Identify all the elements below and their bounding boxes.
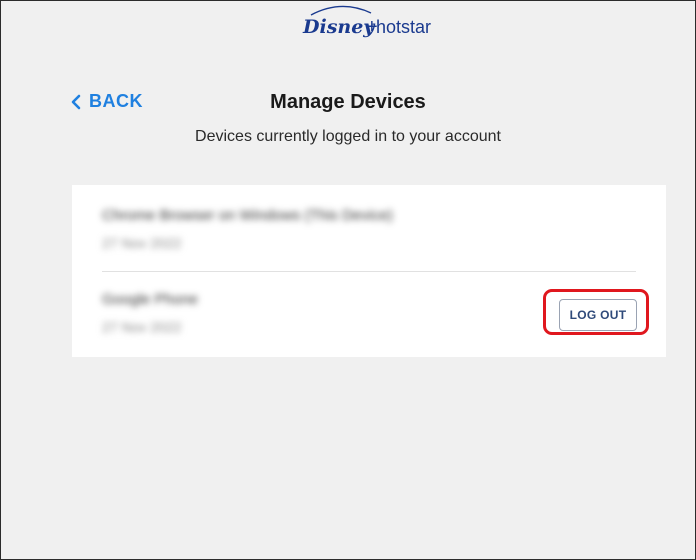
device-login-date: 27 Nov 2022 bbox=[102, 235, 182, 251]
disney-hotstar-logo: Disney + hotstar bbox=[302, 5, 431, 38]
logo-text-hotstar: hotstar bbox=[376, 17, 431, 37]
logout-button[interactable]: LOG OUT bbox=[559, 299, 637, 331]
device-name: Google Phone bbox=[102, 291, 198, 308]
page-subtitle: Devices currently logged in to your acco… bbox=[195, 128, 501, 145]
device-name: Chrome Browser on Windows (This Device) bbox=[102, 207, 393, 224]
page-title: Manage Devices bbox=[270, 91, 426, 113]
page-frame: Disney + hotstar BACK Manage Devices Dev… bbox=[0, 0, 696, 560]
device-row: Chrome Browser on Windows (This Device) … bbox=[102, 201, 636, 272]
device-login-date: 27 Nov 2022 bbox=[102, 319, 182, 335]
